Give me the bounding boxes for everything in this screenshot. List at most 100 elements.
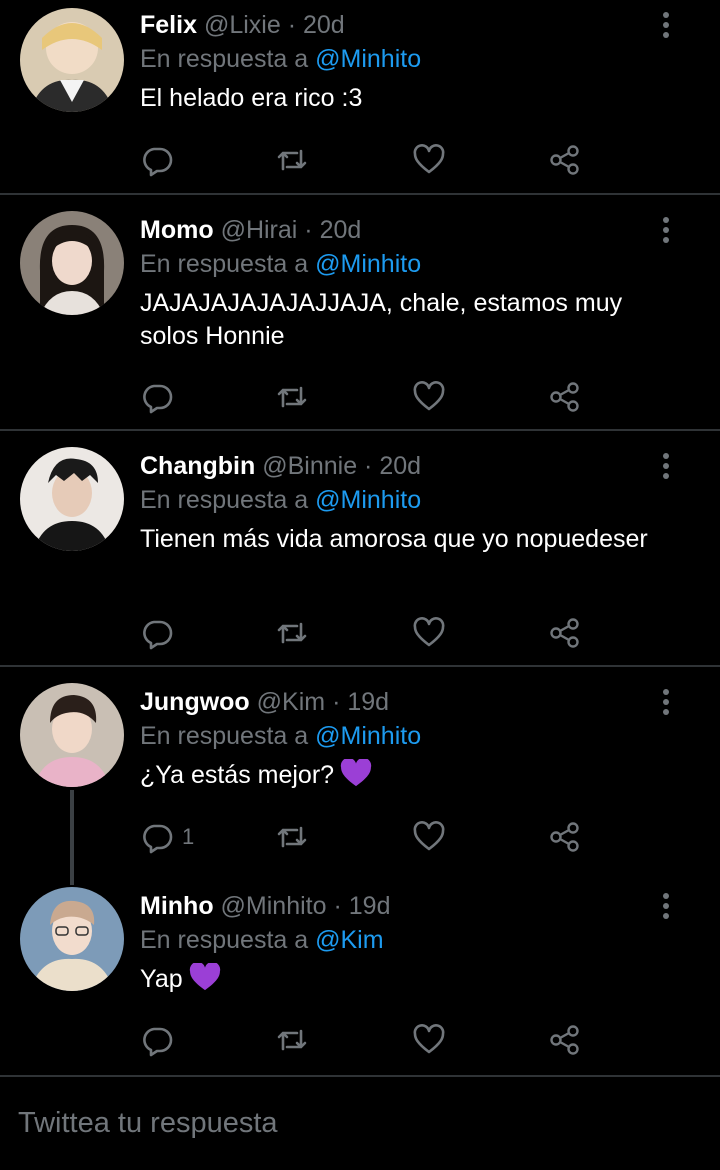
more-icon[interactable] (652, 215, 680, 245)
author-name[interactable]: Changbin (140, 452, 255, 480)
avatar[interactable] (20, 887, 124, 991)
tweet-text: JAJAJAJAJAJAJJAJA, chale, estamos muy so… (140, 287, 680, 353)
author-name[interactable]: Momo (140, 216, 214, 244)
share-icon (550, 1025, 579, 1055)
reply-context: En respuesta a @Minhito (140, 719, 421, 753)
tweet[interactable]: Changbin @Binnie · 20d En respuesta a @M… (0, 441, 720, 665)
more-icon[interactable] (652, 891, 680, 921)
like-icon (413, 1024, 445, 1054)
separator: · (364, 452, 373, 480)
tweet-actions (140, 1020, 600, 1060)
avatar[interactable] (20, 8, 124, 112)
author-handle[interactable]: @Hirai (221, 216, 298, 244)
retweet-button[interactable] (275, 817, 309, 857)
reply-icon (143, 147, 173, 177)
retweet-icon (277, 826, 307, 848)
tweet-header: Jungwoo @Kim · 19d (140, 685, 389, 719)
more-icon[interactable] (652, 687, 680, 717)
timestamp[interactable]: 19d (347, 688, 389, 716)
divider (0, 429, 720, 431)
like-icon (413, 617, 445, 647)
reply-mention[interactable]: @Minhito (315, 45, 421, 73)
tweet[interactable]: Jungwoo @Kim · 19d En respuesta a @Minhi… (0, 677, 720, 877)
separator: · (287, 11, 297, 39)
like-button[interactable] (412, 613, 446, 653)
author-handle[interactable]: @Binnie (262, 452, 357, 480)
share-button[interactable] (548, 613, 582, 653)
retweet-button[interactable] (275, 377, 309, 417)
share-button[interactable] (548, 1020, 582, 1060)
reply-compose-input[interactable]: Twittea tu respuesta (18, 1107, 278, 1140)
purple-heart-emoji (340, 759, 372, 787)
reply-button[interactable] (140, 1020, 182, 1060)
author-name[interactable]: Minho (140, 892, 214, 920)
like-button[interactable] (412, 1020, 446, 1060)
timestamp[interactable]: 20d (303, 11, 345, 39)
like-button[interactable] (412, 140, 446, 180)
reply-context: En respuesta a @Minhito (140, 483, 421, 517)
more-icon[interactable] (652, 451, 680, 481)
retweet-icon (277, 622, 307, 644)
reply-context: En respuesta a @Minhito (140, 42, 421, 76)
reply-prefix: En respuesta a (140, 45, 309, 73)
tweet-header: Minho @Minhito · 19d (140, 889, 390, 923)
author-name[interactable]: Jungwoo (140, 688, 250, 716)
tweet-header: Momo @Hirai · 20d (140, 213, 361, 247)
tweet-header: Felix @Lixie · 20d (140, 8, 345, 42)
share-button[interactable] (548, 817, 582, 857)
share-icon (550, 382, 579, 412)
reply-icon (143, 384, 173, 414)
tweet-actions (140, 377, 600, 417)
tweet-text: Tienen más vida amorosa que yo nopuedese… (140, 523, 680, 556)
share-icon (550, 145, 579, 175)
reply-button[interactable]: 1 (140, 817, 194, 857)
reply-button[interactable] (140, 140, 182, 180)
reply-icon (143, 1027, 173, 1057)
retweet-button[interactable] (275, 613, 309, 653)
compose-bar: Twittea tu respuesta (0, 1075, 720, 1170)
reply-prefix: En respuesta a (140, 926, 309, 954)
timestamp[interactable]: 20d (379, 452, 421, 480)
retweet-button[interactable] (275, 140, 309, 180)
like-button[interactable] (412, 817, 446, 857)
like-icon (413, 144, 445, 174)
reply-mention[interactable]: @Minhito (315, 722, 421, 750)
timestamp[interactable]: 20d (320, 216, 362, 244)
author-handle[interactable]: @Kim (257, 688, 325, 716)
author-handle[interactable]: @Minhito (221, 892, 327, 920)
avatar[interactable] (20, 211, 124, 315)
tweet[interactable]: Minho @Minhito · 19d En respuesta a @Kim… (0, 881, 720, 1075)
reply-button[interactable] (140, 613, 182, 653)
reply-mention[interactable]: @Kim (315, 926, 383, 954)
retweet-icon (277, 386, 307, 408)
divider (0, 665, 720, 667)
reply-context: En respuesta a @Minhito (140, 247, 421, 281)
tweet-text-content: Tienen más vida amorosa que yo nopuedese… (140, 525, 648, 553)
share-button[interactable] (548, 140, 582, 180)
avatar[interactable] (20, 447, 124, 551)
separator: · (332, 688, 341, 716)
like-icon (413, 821, 445, 851)
separator: · (333, 892, 342, 920)
timestamp[interactable]: 19d (349, 892, 391, 920)
reply-prefix: En respuesta a (140, 722, 309, 750)
tweet[interactable]: Momo @Hirai · 20d En respuesta a @Minhit… (0, 205, 720, 429)
more-icon[interactable] (652, 10, 680, 40)
tweet-actions (140, 613, 600, 653)
share-button[interactable] (548, 377, 582, 417)
tweet-text-content: ¿Ya estás mejor? (140, 761, 335, 789)
reply-mention[interactable]: @Minhito (315, 486, 421, 514)
like-button[interactable] (412, 377, 446, 417)
separator: · (304, 216, 313, 244)
reply-icon (143, 824, 173, 854)
tweet-actions: 1 (140, 817, 600, 857)
reply-count: 1 (182, 824, 195, 849)
retweet-button[interactable] (275, 1020, 309, 1060)
author-handle[interactable]: @Lixie (204, 11, 281, 39)
reply-button[interactable] (140, 377, 182, 417)
purple-heart-emoji (189, 963, 220, 991)
reply-mention[interactable]: @Minhito (315, 250, 421, 278)
tweet[interactable]: Felix @Lixie · 20d En respuesta a @Minhi… (0, 0, 720, 193)
author-name[interactable]: Felix (140, 11, 197, 39)
avatar[interactable] (20, 683, 124, 787)
